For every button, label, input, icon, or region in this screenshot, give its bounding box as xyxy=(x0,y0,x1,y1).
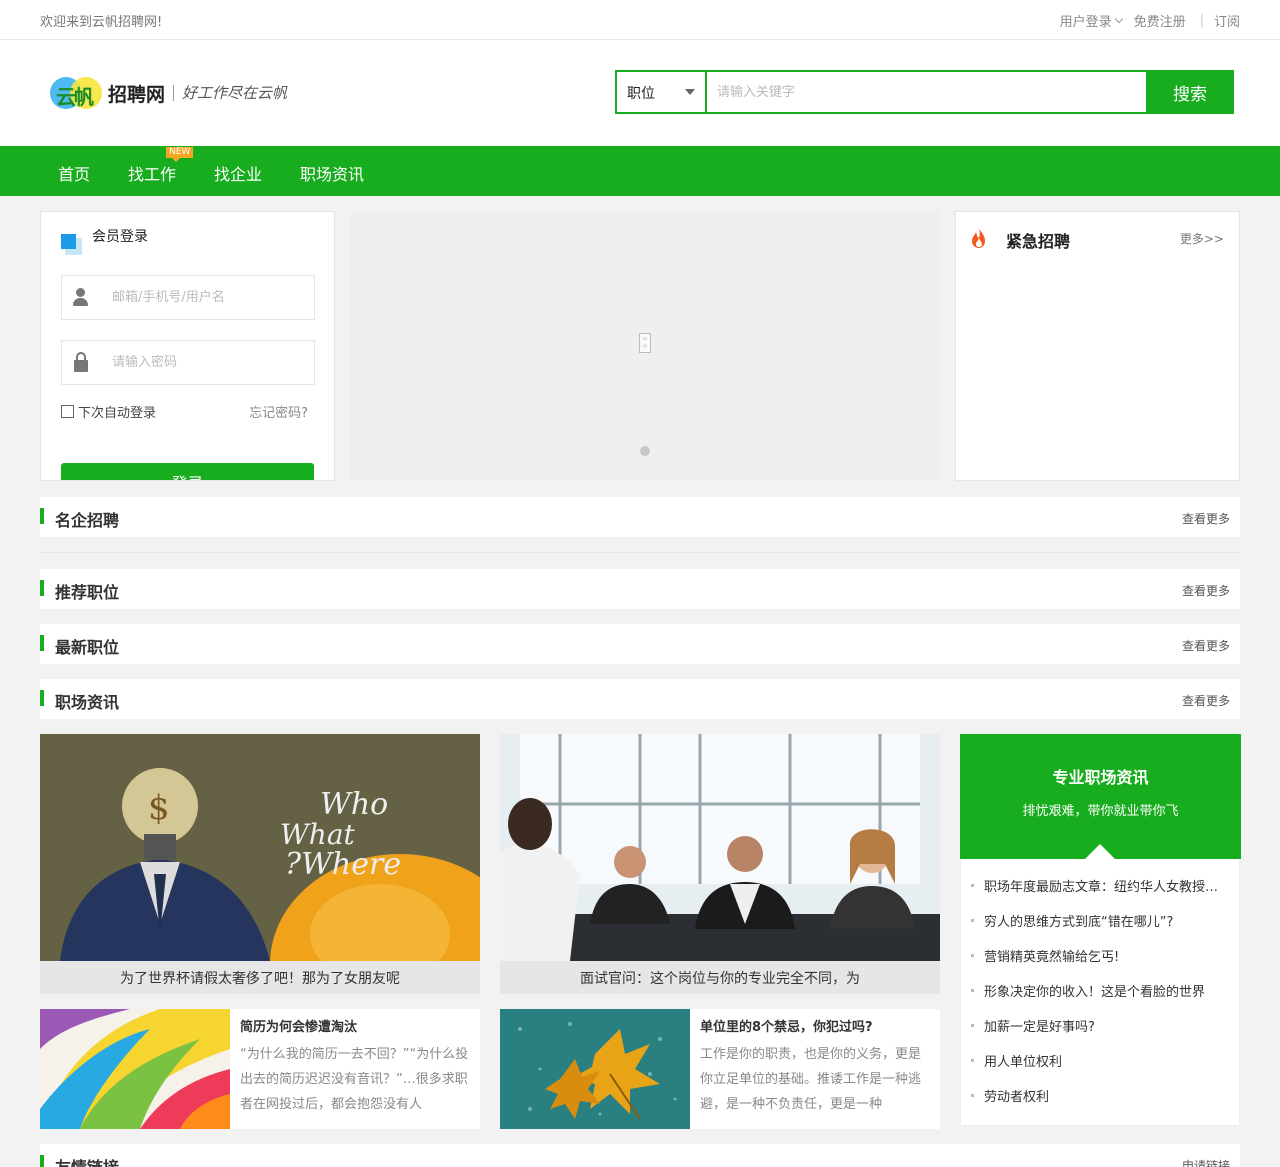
username-input[interactable] xyxy=(112,290,314,305)
urgent-more-link[interactable]: 更多>> xyxy=(1180,230,1224,247)
section-more-link[interactable]: 查看更多 xyxy=(1182,637,1230,654)
feature-article-caption: 面试官问：这个岗位与你的专业完全不同，为 xyxy=(580,971,860,987)
nav-career-news[interactable]: 职场资讯 xyxy=(300,161,364,185)
section-title: 推荐职位 xyxy=(55,583,120,602)
user-login-link[interactable]: 用户登录 xyxy=(1060,11,1112,30)
apply-link-button[interactable]: 申请链接 xyxy=(1182,1157,1230,1167)
section-famous-companies: 名企招聘 查看更多 xyxy=(40,497,1240,537)
link-separator: | xyxy=(1199,13,1204,28)
feature-article-caption: 为了世界杯请假太奢侈了吧！那为了女朋友呢 xyxy=(120,971,400,987)
article-title: 单位里的8个禁忌，你犯过吗? xyxy=(700,1020,873,1035)
logo-name: 招聘网 xyxy=(108,83,166,106)
banner-slider[interactable]: ▫ ▫ xyxy=(350,211,940,481)
news-item[interactable]: 穷人的思维方式到底“错在哪儿”? xyxy=(969,911,1231,946)
caret-down-icon xyxy=(685,89,695,95)
section-title: 职场资讯 xyxy=(55,693,120,712)
logo-mark-text: 云帆 xyxy=(56,85,94,109)
news-item[interactable]: 形象决定你的收入！这是个看脸的世界 xyxy=(969,981,1231,1016)
section-title: 名企招聘 xyxy=(55,511,120,530)
broken-image-icon: ▫ ▫ xyxy=(639,333,651,353)
header: 云帆 招聘网 好工作尽在云帆 职位 搜索 xyxy=(0,40,1280,146)
article-summary: 工作是你的职责，也是你的义务，更是你立足单位的基础。推诿工作是一种逃避，是一种不… xyxy=(700,1047,922,1112)
register-link[interactable]: 免费注册 xyxy=(1134,11,1186,30)
section-latest-jobs: 最新职位 查看更多 xyxy=(40,624,1240,664)
login-button[interactable]: 登录 xyxy=(61,463,314,480)
header-pointer xyxy=(1085,844,1115,859)
lock-icon xyxy=(62,341,112,384)
search-category-value: 职位 xyxy=(627,86,655,102)
nav-find-company[interactable]: 找企业 xyxy=(214,161,262,185)
section-title: 最新职位 xyxy=(55,638,120,657)
interview-meeting-image xyxy=(500,734,940,961)
logo-slogan: 好工作尽在云帆 xyxy=(173,85,287,101)
article-summary: “为什么我的简历一去不回？”“为什么投出去的简历迟迟没有音讯？”…很多求职者在网… xyxy=(240,1047,469,1112)
divider xyxy=(40,552,1240,553)
user-icon xyxy=(62,276,112,319)
section-marker xyxy=(40,508,44,524)
logo-mark: 云帆 xyxy=(50,75,106,111)
section-more-link[interactable]: 查看更多 xyxy=(1182,692,1230,709)
section-marker xyxy=(40,635,44,651)
search-box: 职位 搜索 xyxy=(615,70,1234,114)
section-title: 友情链接 xyxy=(55,1154,119,1167)
section-marker xyxy=(40,580,44,596)
section-friend-links: 友情链接 申请链接 xyxy=(40,1144,1240,1167)
section-recommended-jobs: 推荐职位 查看更多 xyxy=(40,569,1240,609)
lightbulb-man-image: $ Who What ?Where xyxy=(40,734,480,961)
career-news-header: 专业职场资讯 排忧艰难，带你就业带你飞 xyxy=(960,734,1241,859)
search-input[interactable] xyxy=(707,72,1146,112)
colorful-feathers-image xyxy=(40,1009,230,1129)
svg-text:Who: Who xyxy=(320,787,388,822)
login-panel: 会员登录 下次自动登录 忘记密码? 登录 xyxy=(40,211,335,481)
subscribe-link[interactable]: 订阅 xyxy=(1214,11,1240,30)
nav-home[interactable]: 首页 xyxy=(58,161,90,185)
remember-me[interactable]: 下次自动登录 xyxy=(61,402,156,421)
section-more-link[interactable]: 查看更多 xyxy=(1182,582,1230,599)
section-marker xyxy=(40,690,44,706)
new-badge: NEW xyxy=(166,147,194,162)
nav-find-job[interactable]: 找工作 xyxy=(128,161,176,185)
urgent-hiring-panel: 紧急招聘 更多>> xyxy=(955,211,1240,481)
news-item[interactable]: 用人单位权利 xyxy=(969,1051,1231,1086)
slider-dot[interactable] xyxy=(640,446,650,456)
username-field xyxy=(61,275,315,320)
remember-label: 下次自动登录 xyxy=(78,406,157,421)
section-career-news: 职场资讯 查看更多 xyxy=(40,679,1240,719)
career-news-panel: 专业职场资讯 排忧艰难，带你就业带你飞 职场年度最励志文章：纽约华人女教授的职业… xyxy=(960,734,1241,1126)
member-login-icon xyxy=(61,234,83,256)
login-title: 会员登录 xyxy=(92,229,148,245)
main-nav: 首页 找工作 NEW 找企业 职场资讯 xyxy=(0,146,1280,196)
chevron-down-icon[interactable] xyxy=(1114,14,1123,24)
welcome-text: 欢迎来到云帆招聘网! xyxy=(40,15,163,30)
svg-text:$: $ xyxy=(148,788,170,828)
news-item[interactable]: 营销精英竟然输给乞丐! xyxy=(969,946,1231,981)
top-links: 用户登录 免费注册 | 订阅 xyxy=(1060,11,1240,30)
feature-article[interactable]: 面试官问：这个岗位与你的专业完全不同，为 xyxy=(500,734,940,994)
search-category-select[interactable]: 职位 xyxy=(617,72,707,112)
feature-article[interactable]: $ Who What ?Where 为了世界杯请假太奢侈了吧！那为了女朋友呢 xyxy=(40,734,480,994)
urgent-hiring-title: 紧急招聘 xyxy=(1006,232,1071,251)
remember-checkbox[interactable] xyxy=(61,405,74,418)
section-more-link[interactable]: 查看更多 xyxy=(1182,510,1230,527)
article-list-item[interactable]: 简历为何会惨遭淘汰 “为什么我的简历一去不回？”“为什么投出去的简历迟迟没有音讯… xyxy=(40,1009,480,1129)
news-item[interactable]: 加薪一定是好事吗? xyxy=(969,1016,1231,1051)
news-item[interactable]: 劳动者权利 xyxy=(969,1086,1231,1121)
site-logo[interactable]: 云帆 招聘网 好工作尽在云帆 xyxy=(50,75,287,111)
article-title: 简历为何会惨遭淘汰 xyxy=(240,1020,358,1035)
career-news-subtitle: 排忧艰难，带你就业带你飞 xyxy=(1022,804,1179,819)
password-field xyxy=(61,340,315,385)
svg-text:?Where: ?Where xyxy=(285,847,401,882)
news-item[interactable]: 职场年度最励志文章：纽约华人女教授的职业规划 xyxy=(969,876,1231,911)
search-button[interactable]: 搜索 xyxy=(1146,70,1234,114)
article-list-item[interactable]: 单位里的8个禁忌，你犯过吗? 工作是你的职责，也是你的义务，更是你立足单位的基础… xyxy=(500,1009,940,1129)
password-input[interactable] xyxy=(112,355,314,370)
autumn-leaves-image xyxy=(500,1009,690,1129)
forgot-password-link[interactable]: 忘记密码? xyxy=(249,402,308,421)
fire-icon xyxy=(972,228,985,248)
career-news-list: 职场年度最励志文章：纽约华人女教授的职业规划 穷人的思维方式到底“错在哪儿”? … xyxy=(969,876,1231,1121)
top-bar: 欢迎来到云帆招聘网! 用户登录 免费注册 | 订阅 xyxy=(0,0,1280,40)
career-news-title: 专业职场资讯 xyxy=(1052,768,1149,787)
section-marker xyxy=(40,1155,44,1167)
